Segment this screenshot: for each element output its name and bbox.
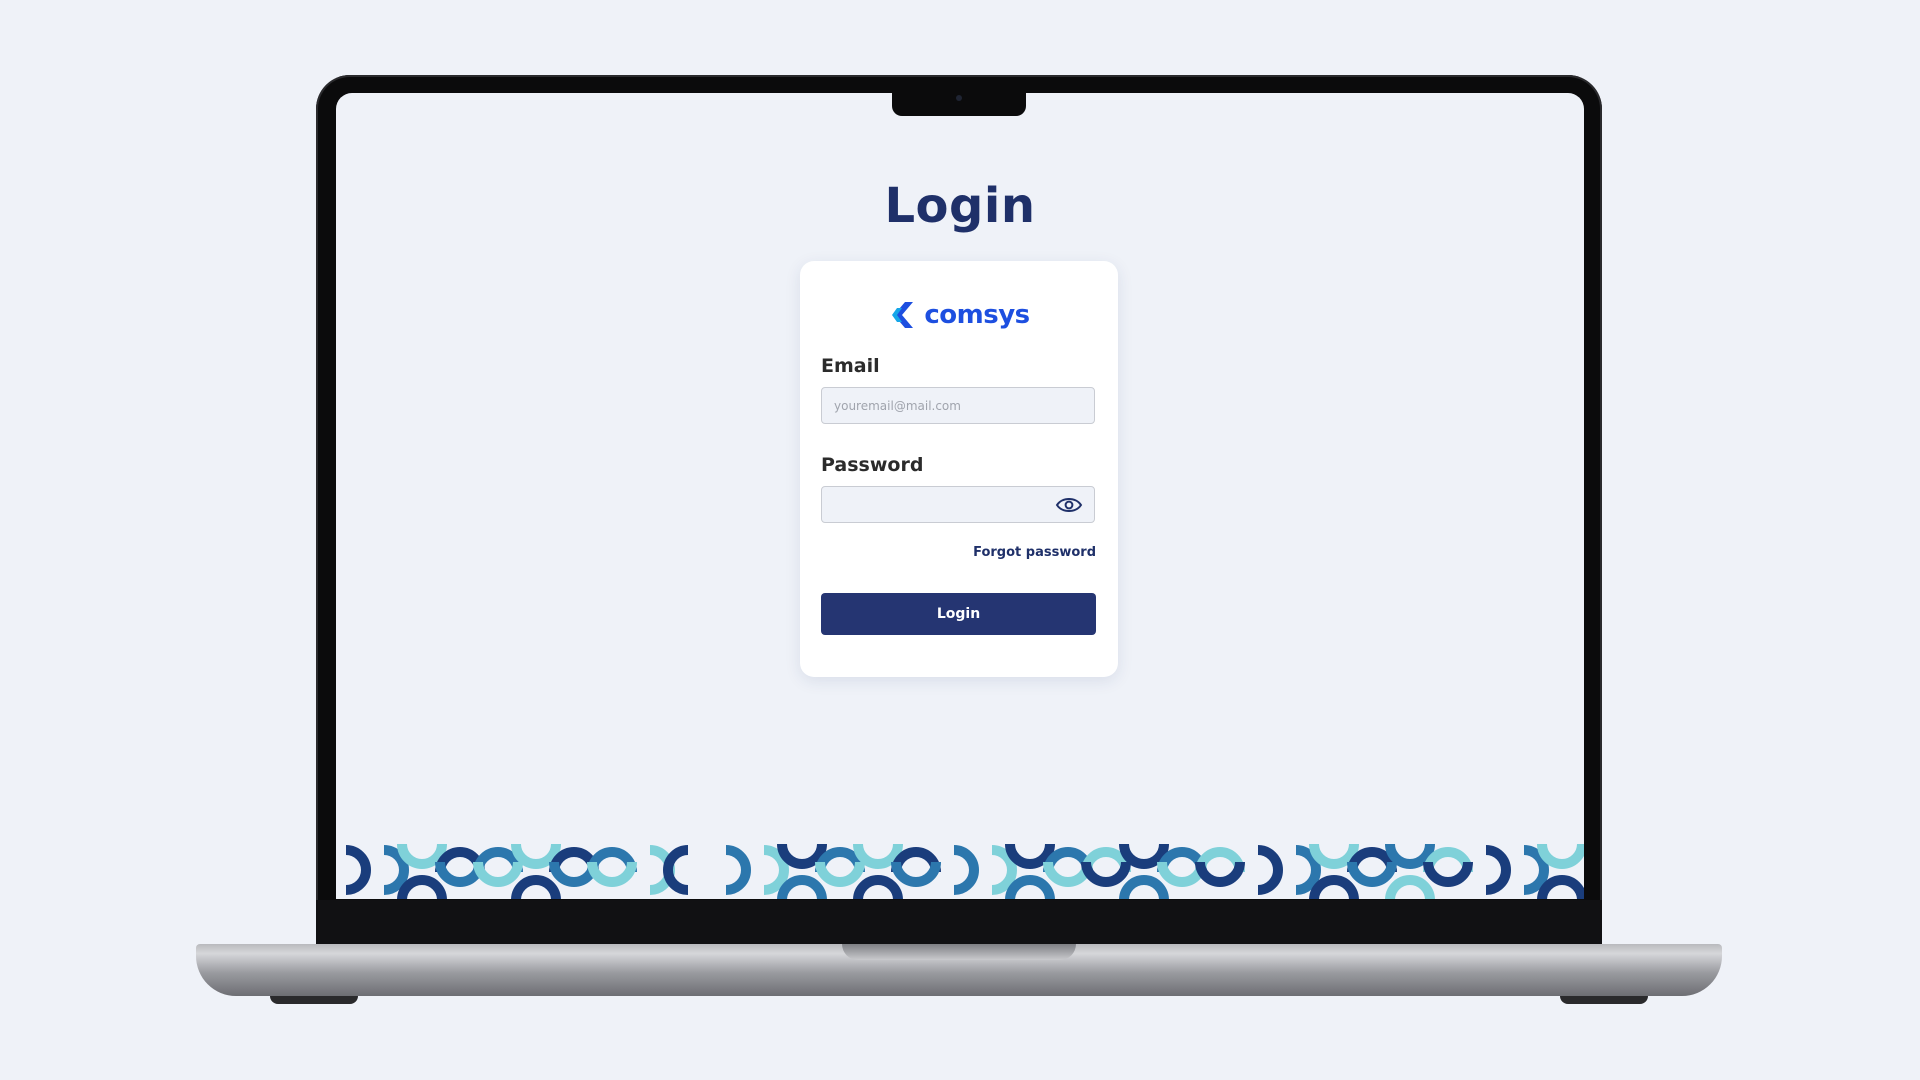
pattern-arc [853,875,903,899]
password-input[interactable] [821,486,1095,523]
page-title: Login [884,178,1036,234]
bezel-bottom [316,900,1602,945]
pattern-arc [397,875,447,899]
password-label: Password [821,454,924,476]
pattern-arc [777,875,827,899]
pattern-arc [725,845,751,895]
pattern-arc [511,843,561,869]
laptop-foot-left [270,996,358,1004]
email-input[interactable] [821,387,1095,424]
pattern-arc [1005,843,1055,869]
comsys-logo-icon [892,302,914,328]
pattern-arc [1485,845,1511,895]
pattern-arc [1385,843,1435,869]
brand-logo: comsys [800,295,1118,335]
pattern-arc [397,843,447,869]
pattern-arc [1385,875,1435,899]
pattern-arc [1309,843,1359,869]
camera-icon [956,95,962,101]
pattern-arc [1005,875,1055,899]
login-card: comsys Email Password Forgot password Lo… [800,261,1118,677]
pattern-arc [777,843,827,869]
brand-name: comsys [924,300,1030,330]
decorative-pattern [345,843,1584,899]
pattern-arc [1119,875,1169,899]
pattern-arc [1119,843,1169,869]
laptop-foot-right [1560,996,1648,1004]
email-label: Email [821,355,880,377]
pattern-arc [345,845,371,895]
pattern-arc [1257,845,1283,895]
pattern-arc [511,875,561,899]
pattern-arc [1537,875,1584,899]
login-screen: Login comsys Email Password Forgot passw… [336,93,1584,899]
eye-icon[interactable] [1055,494,1083,516]
pattern-arc [953,845,979,895]
laptop-mockup: Login comsys Email Password Forgot passw… [0,0,1920,1080]
pattern-arc [1309,875,1359,899]
pattern-arc [853,843,903,869]
pattern-arc [663,845,689,895]
forgot-password-link[interactable]: Forgot password [973,545,1096,560]
laptop-base-notch [842,944,1076,960]
pattern-arc [1537,843,1584,869]
login-button[interactable]: Login [821,593,1096,635]
